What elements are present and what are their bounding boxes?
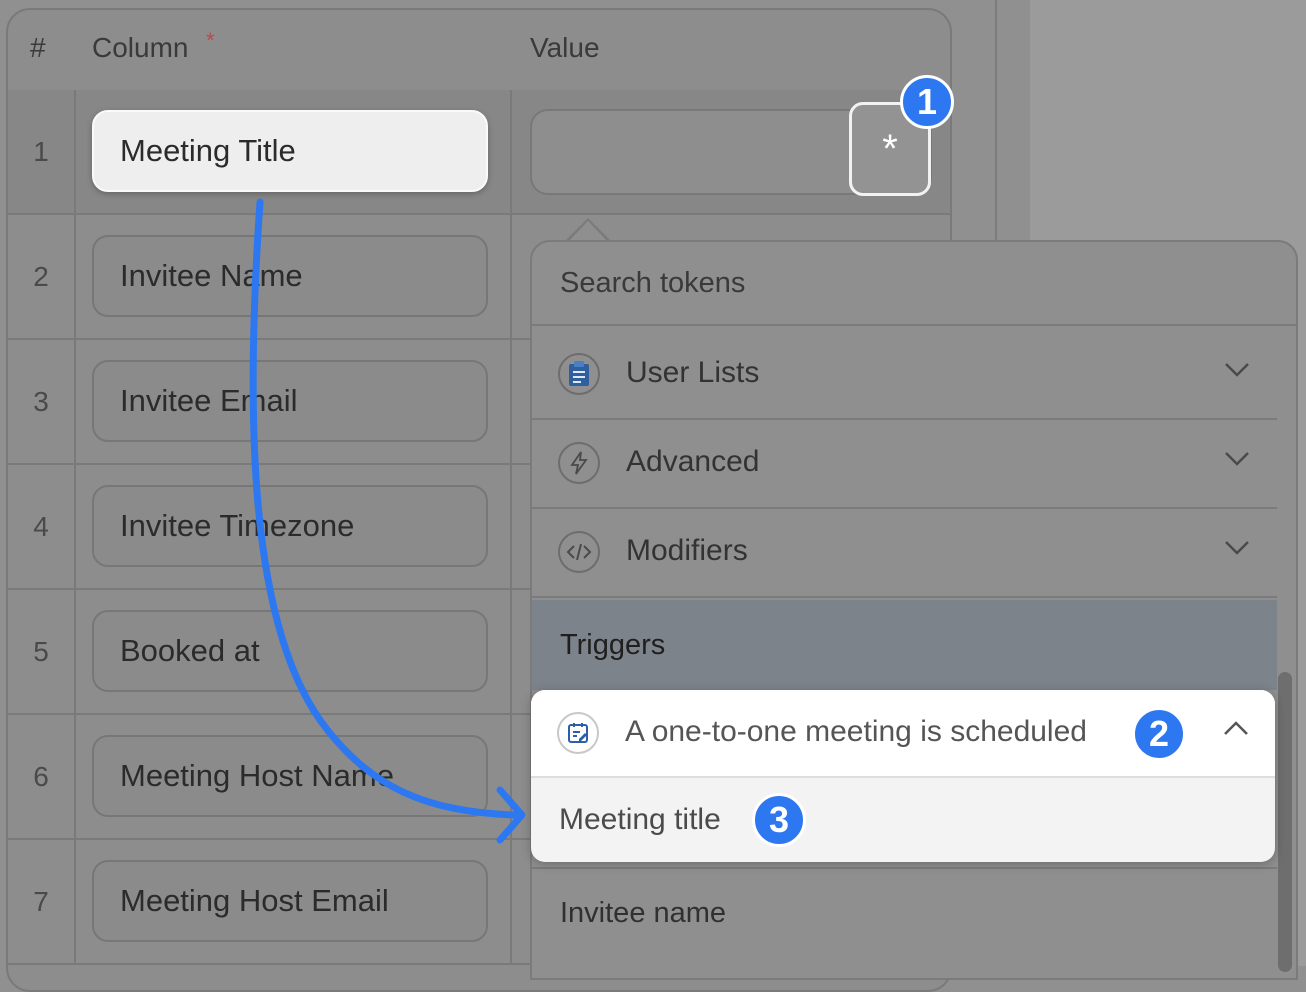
- divider: [995, 0, 997, 240]
- code-icon: [558, 531, 600, 573]
- step-badge-3: 3: [752, 793, 806, 847]
- token-dropdown: Search tokens User Lists Advanced Modifi…: [530, 240, 1298, 980]
- lightning-icon: [558, 442, 600, 484]
- column-input[interactable]: Invitee Name: [92, 235, 488, 317]
- chevron-down-icon: [1225, 541, 1249, 555]
- row-number: 6: [8, 715, 76, 838]
- column-input[interactable]: Meeting Host Name: [92, 735, 488, 817]
- row-number: 2: [8, 215, 76, 338]
- header-column: Column: [92, 32, 189, 63]
- chevron-up-icon[interactable]: [1223, 720, 1249, 736]
- row-number: 5: [8, 590, 76, 713]
- chevron-down-icon: [1225, 363, 1249, 377]
- section-user-lists[interactable]: User Lists: [532, 332, 1277, 420]
- column-input[interactable]: Invitee Timezone: [92, 485, 488, 567]
- required-marker: *: [206, 28, 215, 53]
- section-label: User Lists: [626, 356, 760, 389]
- chevron-down-icon: [1225, 452, 1249, 466]
- section-label: Advanced: [626, 445, 760, 478]
- step-badge-2: 2: [1132, 707, 1186, 761]
- dropdown-scrollbar[interactable]: [1278, 672, 1292, 972]
- table-header: # Column * Value: [8, 10, 950, 92]
- section-advanced[interactable]: Advanced: [532, 421, 1277, 509]
- token-search-input[interactable]: Search tokens: [532, 242, 1296, 326]
- section-modifiers[interactable]: Modifiers: [532, 510, 1277, 598]
- column-input[interactable]: Meeting Host Email: [92, 860, 488, 942]
- row-number: 3: [8, 340, 76, 463]
- trigger-group-label: A one-to-one meeting is scheduled: [625, 715, 1087, 748]
- column-input[interactable]: Meeting Title: [92, 110, 488, 192]
- token-item-meeting-title[interactable]: Meeting title: [559, 803, 721, 837]
- row-number: 1: [8, 90, 76, 213]
- token-item-invitee-name[interactable]: Invitee name: [532, 867, 1277, 957]
- column-input[interactable]: Booked at: [92, 610, 488, 692]
- clipboard-icon: [558, 353, 600, 395]
- section-label: Modifiers: [626, 534, 748, 567]
- calendar-edit-icon: [557, 712, 599, 754]
- column-input[interactable]: Invitee Email: [92, 360, 488, 442]
- row-number: 7: [8, 840, 76, 963]
- header-value: Value: [530, 32, 600, 63]
- row-number: 4: [8, 465, 76, 588]
- step-badge-1: 1: [900, 75, 954, 129]
- header-num: #: [30, 32, 46, 63]
- triggers-header: Triggers: [532, 600, 1277, 690]
